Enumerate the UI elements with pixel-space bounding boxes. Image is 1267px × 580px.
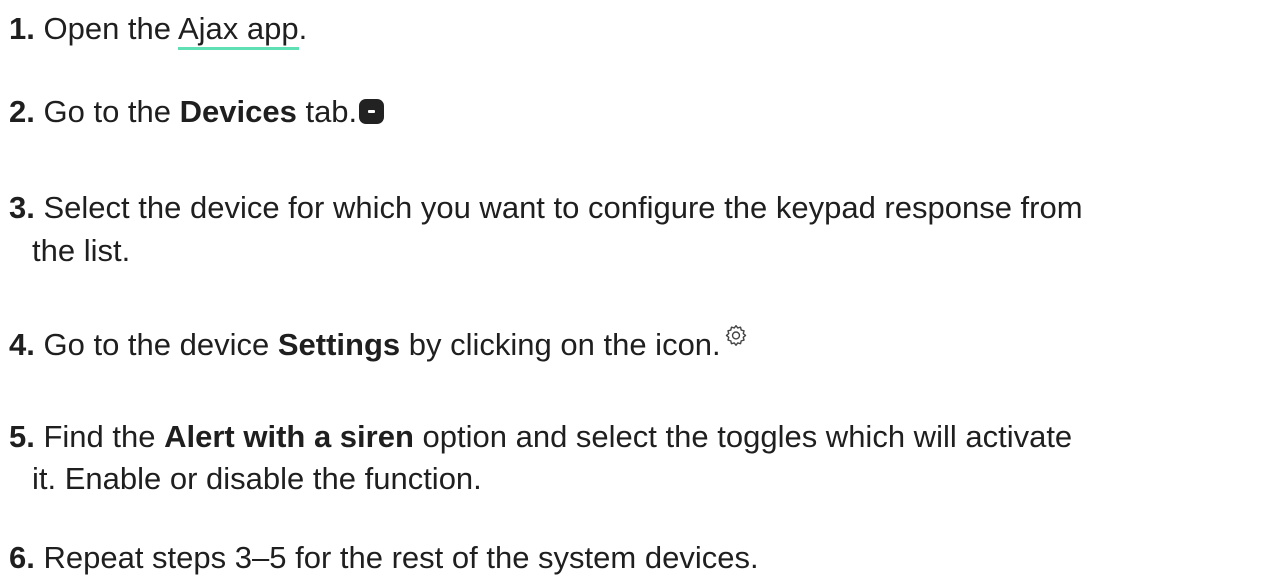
- step-1: 1. Open the Ajax app.: [9, 8, 307, 50]
- step-number: 5.: [9, 419, 35, 454]
- step-number: 4.: [9, 327, 35, 362]
- step-text: Go to the device: [43, 327, 278, 362]
- step-text-end: .: [298, 11, 308, 46]
- step-text-continued: the list.: [32, 233, 131, 268]
- step-number: 6.: [9, 540, 35, 575]
- devices-label: Devices: [179, 94, 297, 129]
- step-number: 3.: [9, 190, 35, 225]
- alert-with-siren-label: Alert with a siren: [164, 419, 414, 454]
- step-4: 4. Go to the device Settings by clicking…: [9, 323, 749, 366]
- settings-label: Settings: [277, 327, 401, 362]
- step-3: 3. Select the device for which you want …: [9, 187, 1083, 272]
- step-5: 5. Find the Alert with a siren option an…: [9, 416, 1072, 500]
- step-text: Open the: [43, 11, 178, 46]
- devices-tab-icon: [359, 99, 385, 124]
- step-text: Find the: [43, 419, 165, 454]
- step-6: 6. Repeat steps 3–5 for the rest of the …: [9, 537, 759, 579]
- step-2: 2. Go to the Devices tab.: [9, 91, 385, 133]
- step-text-end: tab.: [296, 94, 358, 129]
- step-number: 2.: [9, 94, 35, 129]
- step-text-continued: it. Enable or disable the function.: [32, 461, 482, 496]
- step-text-end: option and select the toggles which will…: [413, 419, 1073, 454]
- gear-icon: [725, 325, 746, 346]
- step-text: Repeat steps 3–5 for the rest of the sys…: [43, 540, 759, 575]
- step-text: Select the device for which you want to …: [43, 190, 1083, 225]
- step-text: Go to the: [43, 94, 180, 129]
- step-number: 1.: [9, 11, 35, 46]
- step-text-end: by clicking on the icon.: [400, 327, 721, 362]
- ajax-app-link[interactable]: Ajax app: [177, 11, 299, 50]
